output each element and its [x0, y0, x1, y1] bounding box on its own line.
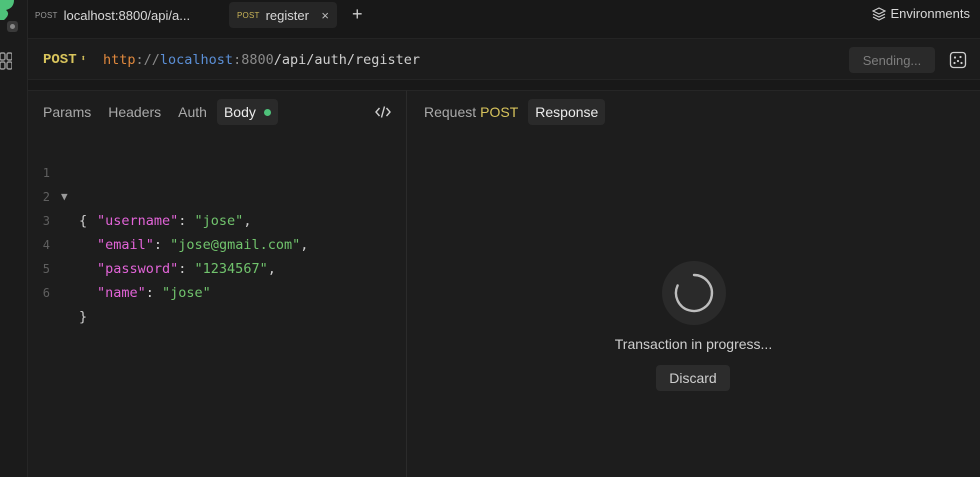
left-rail [0, 0, 28, 477]
code-line: 4 "password": "1234567", [28, 209, 407, 277]
tab-request[interactable]: Request POST [417, 99, 525, 125]
progress-text: Transaction in progress... [614, 336, 773, 352]
close-brace: } [79, 309, 88, 325]
body-status-dot [263, 109, 271, 116]
json-key: "name" [97, 285, 146, 301]
request-tabs: Params Headers Auth Body [36, 99, 281, 125]
url-bar: POST ⬍ http://localhost:8800/api/auth/reg… [28, 38, 980, 80]
url-input[interactable]: http://localhost:8800/api/auth/register [103, 52, 420, 68]
tab-body[interactable]: Body [216, 99, 278, 125]
close-icon[interactable]: × [321, 8, 329, 23]
code-line: 3 "email": "jose@gmail.com", [28, 185, 407, 253]
code-line: 6 } [28, 257, 407, 325]
app-logo-icon[interactable] [0, 0, 22, 36]
spinner-icon [662, 261, 726, 325]
layers-icon [871, 6, 886, 21]
code-line: 2 "username": "jose", [28, 161, 407, 229]
grid-icon[interactable] [0, 52, 12, 70]
select-arrows-icon: ⬍ [80, 54, 87, 64]
url-path: /api/auth/register [273, 52, 421, 68]
tab-request-method: POST [480, 104, 519, 120]
cookie-icon[interactable] [949, 51, 967, 69]
tab-method: POST [35, 10, 58, 20]
code-line: 5 "name": "jose" [28, 233, 407, 301]
tab-headers[interactable]: Headers [101, 99, 168, 125]
url-port: :8800 [233, 52, 274, 68]
tab-title: register [265, 7, 309, 23]
code-line: 1 ▼ { [28, 137, 407, 229]
response-pane: Request POST Response Transaction in prog… [407, 90, 980, 477]
url-separator: :// [135, 52, 160, 68]
url-host: localhost [159, 52, 234, 68]
send-button[interactable]: Sending... [849, 47, 935, 73]
response-tabs: Request POST Response [417, 99, 608, 125]
tab-request-label: Request [424, 104, 477, 120]
json-value: "jose" [162, 285, 211, 301]
tab-body-label: Body [223, 104, 256, 120]
url-protocol: http [103, 52, 136, 68]
discard-button[interactable]: Discard [656, 365, 730, 391]
tab-register[interactable]: POST register × [229, 2, 337, 28]
line-number: 6 [42, 286, 50, 300]
method-select[interactable]: POST ⬍ [43, 52, 86, 68]
body-editor[interactable]: 1 ▼ { 2 "username": "jose", 3 "email": "… [28, 137, 407, 325]
tab-bar: POST localhost:8800/api/a... POST regist… [28, 0, 980, 30]
code-icon[interactable] [375, 105, 391, 119]
tab-title: localhost:8800/api/a... [63, 7, 191, 23]
tab-localhost[interactable]: POST localhost:8800/api/a... [35, 2, 190, 28]
tab-params[interactable]: Params [36, 99, 98, 125]
environments-label: Environments [890, 6, 970, 21]
new-tab-button[interactable]: + [352, 4, 363, 25]
environments-button[interactable]: Environments [871, 6, 970, 21]
tab-method: POST [237, 10, 260, 20]
tab-response[interactable]: Response [528, 99, 606, 125]
request-pane: Params Headers Auth Body 1 ▼ { 2 "userna… [28, 90, 407, 477]
method-label: POST [43, 52, 77, 68]
tab-auth[interactable]: Auth [171, 99, 214, 125]
